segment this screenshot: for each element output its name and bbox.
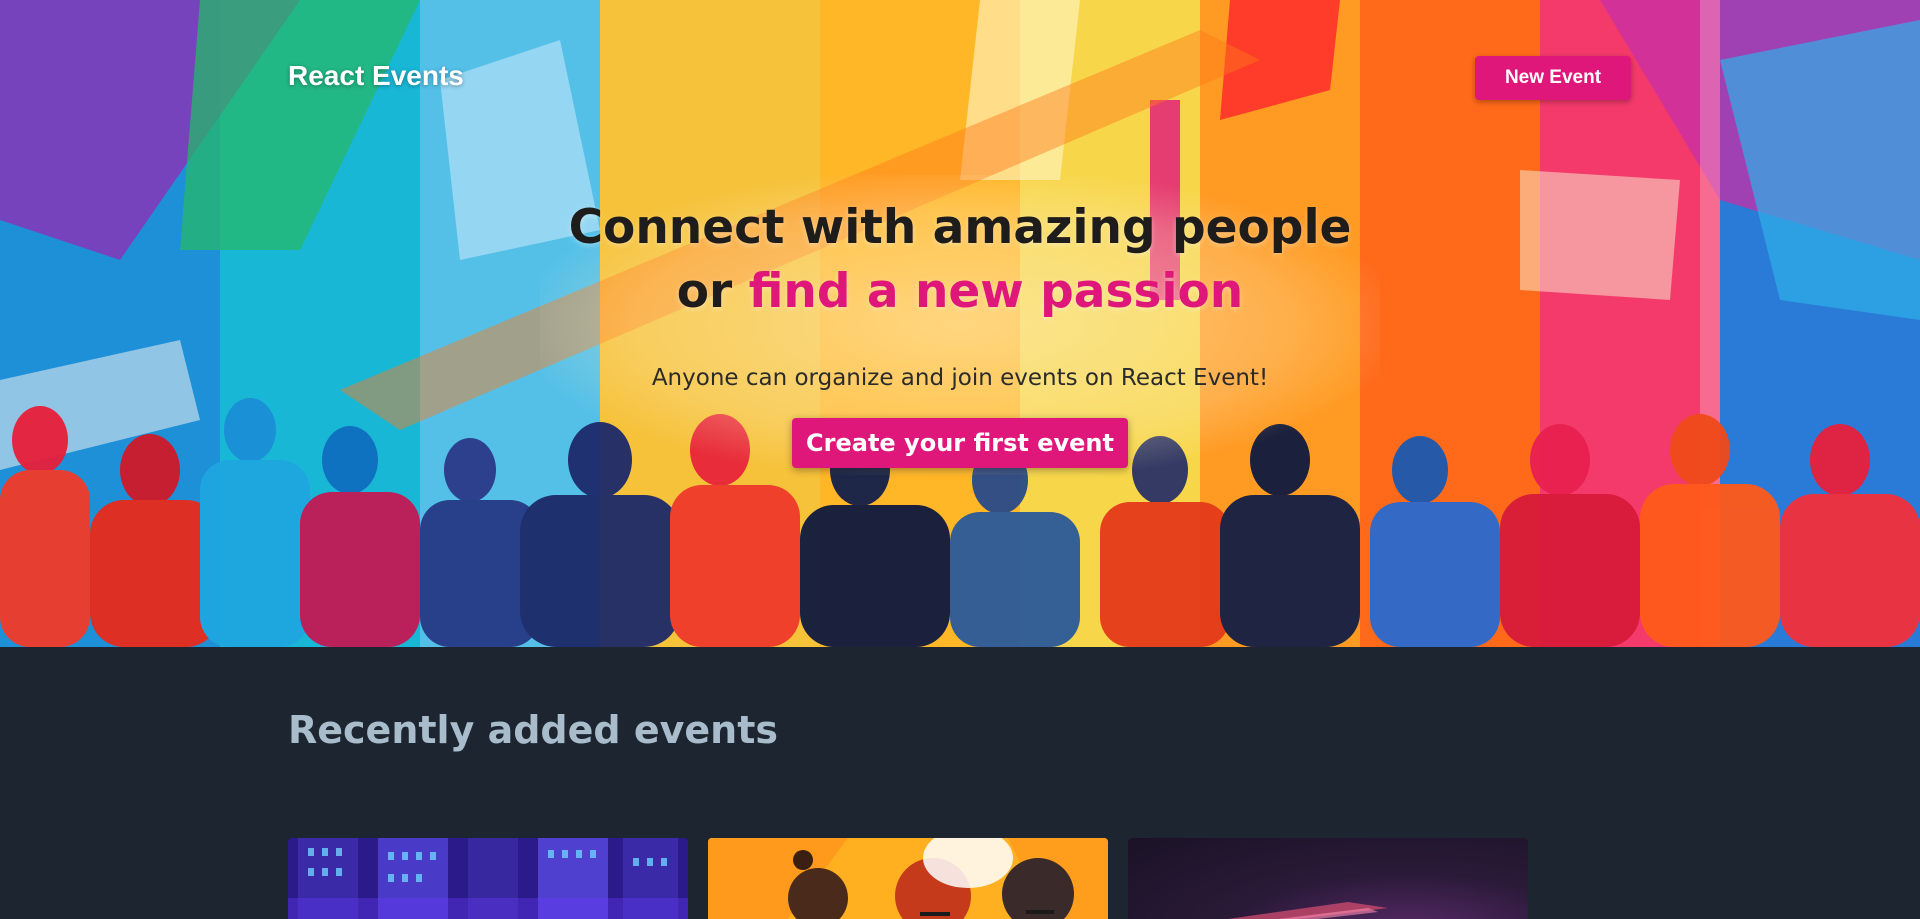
section-title: Recently added events xyxy=(288,708,778,752)
hero-headline-line1: Connect with amazing people xyxy=(568,200,1352,255)
hero-banner: React Events New Event Connect with amaz… xyxy=(0,0,1920,647)
event-card-image[interactable] xyxy=(288,838,688,919)
event-card-image[interactable] xyxy=(1128,838,1528,919)
hero-headline-prefix: or xyxy=(676,264,749,319)
hero-headline: Connect with amazing people or find a ne… xyxy=(0,196,1920,324)
brand-logo[interactable]: React Events xyxy=(288,60,464,92)
new-event-button[interactable]: New Event xyxy=(1475,56,1631,100)
laptop-illustration xyxy=(1228,902,1388,919)
hero-subline: Anyone can organize and join events on R… xyxy=(651,365,1269,391)
hero-headline-line2: or find a new passion xyxy=(0,260,1920,324)
create-first-event-button[interactable]: Create your first event xyxy=(792,418,1128,468)
city-illustration xyxy=(288,838,688,919)
hero-headline-accent: find a new passion xyxy=(748,264,1244,319)
event-card-image[interactable] xyxy=(708,838,1108,919)
people-illustration xyxy=(708,838,1108,919)
